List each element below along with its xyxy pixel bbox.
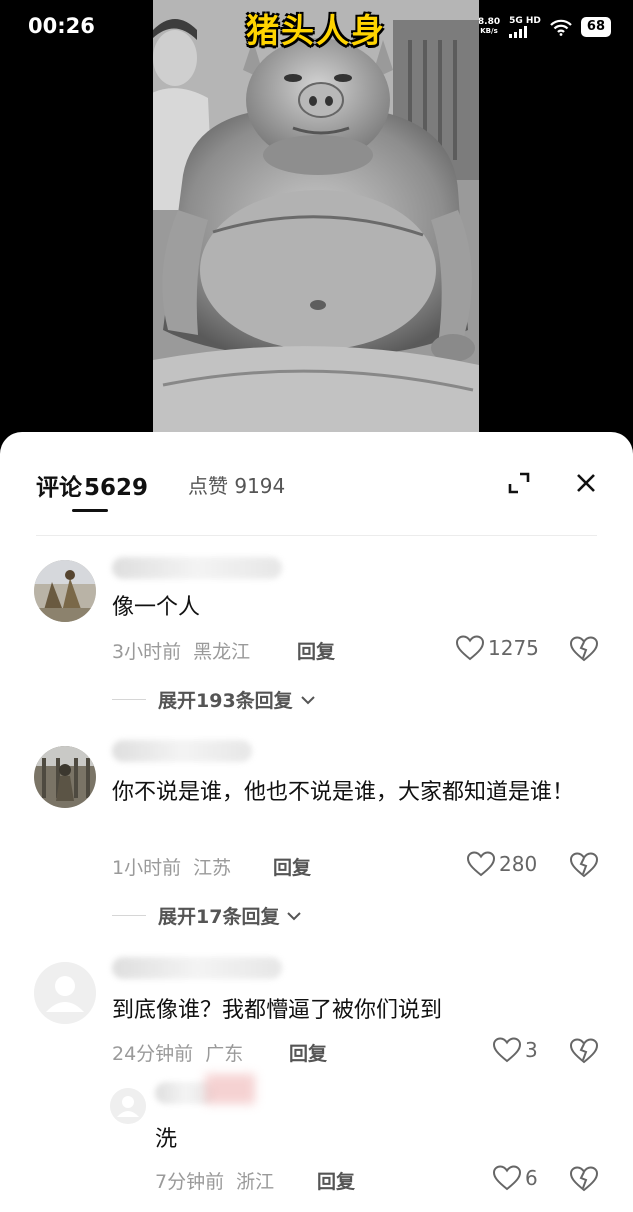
reply-time: 7分钟前 <box>155 1171 225 1193</box>
reply-meta: 7分钟前 浙江 <box>155 1167 274 1194</box>
like-button[interactable]: 6 <box>493 1165 538 1191</box>
active-tab-indicator <box>72 509 108 512</box>
tab-likes-label: 点赞 <box>188 474 228 498</box>
comment-sheet: 评论5629 点赞 9194 像一个人 3小时前 黑龙江 回复 1275 展开1… <box>0 432 633 1212</box>
like-button[interactable]: 1275 <box>456 635 539 661</box>
tab-comments[interactable]: 评论5629 <box>36 468 148 502</box>
default-avatar-icon <box>110 1088 146 1124</box>
comment-location: 江苏 <box>193 857 232 879</box>
net-type: 5G HD <box>509 16 541 26</box>
dislike-icon[interactable] <box>570 852 598 878</box>
signal-icon <box>509 26 528 38</box>
heart-icon <box>467 851 495 877</box>
expand-replies[interactable]: 展开193条回复 <box>112 686 317 713</box>
reply-text: 洗 <box>155 1127 178 1152</box>
comment-location: 广东 <box>205 1043 244 1065</box>
divider <box>36 535 597 536</box>
fullscreen-icon[interactable] <box>506 470 532 496</box>
heart-icon <box>493 1165 521 1191</box>
close-icon[interactable] <box>572 469 600 497</box>
comment-time: 24分钟前 <box>112 1043 194 1065</box>
username-blurred <box>112 557 282 579</box>
battery-indicator: 68 <box>580 17 611 37</box>
avatar-image <box>34 746 96 808</box>
username-blurred <box>112 740 252 762</box>
dislike-icon[interactable] <box>570 636 598 662</box>
like-count: 280 <box>499 852 538 876</box>
expand-replies-label: 展开193条回复 <box>158 690 293 712</box>
username-blurred <box>112 957 282 979</box>
expand-line <box>112 699 146 700</box>
tab-comments-count: 5629 <box>84 475 149 501</box>
like-button[interactable]: 3 <box>493 1037 538 1063</box>
comment-location: 黑龙江 <box>193 641 251 663</box>
avatar[interactable] <box>34 746 96 808</box>
video-title: 猪头人身 <box>246 11 386 50</box>
chevron-down-icon <box>300 695 315 704</box>
reply-button[interactable]: 回复 <box>297 637 335 664</box>
username-blurred-accent <box>205 1074 255 1104</box>
like-count: 6 <box>525 1166 538 1190</box>
wifi-icon <box>550 19 572 36</box>
tab-comments-label: 评论 <box>36 475 82 501</box>
expand-line <box>112 915 146 916</box>
reply-location: 浙江 <box>236 1171 275 1193</box>
comment-text: 到底像谁？我都懵逼了被你们说到 <box>112 998 443 1023</box>
avatar[interactable] <box>34 560 96 622</box>
dislike-icon[interactable] <box>570 1038 598 1064</box>
heart-icon <box>493 1037 521 1063</box>
comment-meta: 3小时前 黑龙江 <box>112 637 250 664</box>
video-frame-image <box>153 0 479 435</box>
reply-avatar[interactable] <box>110 1088 146 1124</box>
default-avatar-icon <box>34 962 96 1024</box>
net-speed: 8.80 KB/s <box>477 17 501 36</box>
reply-button[interactable]: 回复 <box>289 1039 327 1066</box>
video-player[interactable]: 猪头人身 <box>153 0 479 435</box>
comment-time: 1小时前 <box>112 857 182 879</box>
tab-likes[interactable]: 点赞 9194 <box>188 470 285 499</box>
comment-meta: 1小时前 江苏 <box>112 853 231 880</box>
tab-likes-count: 9194 <box>234 474 286 498</box>
reply-button[interactable]: 回复 <box>317 1167 355 1194</box>
like-button[interactable]: 280 <box>467 851 537 877</box>
comment-meta: 24分钟前 广东 <box>112 1039 243 1066</box>
comment-text: 你不说是谁，他也不说是谁，大家都知道是谁！ <box>112 780 575 805</box>
reply-button[interactable]: 回复 <box>273 853 311 880</box>
status-time: 00:26 <box>28 14 95 38</box>
avatar[interactable] <box>34 962 96 1024</box>
signal-indicator: 5G HD <box>509 16 541 38</box>
like-count: 3 <box>525 1038 538 1062</box>
like-count: 1275 <box>488 636 539 660</box>
chevron-down-icon <box>287 911 302 920</box>
comment-text: 像一个人 <box>112 595 201 620</box>
expand-replies[interactable]: 展开17条回复 <box>112 902 303 929</box>
heart-icon <box>456 635 484 661</box>
dislike-icon[interactable] <box>570 1166 598 1192</box>
comment-time: 3小时前 <box>112 641 182 663</box>
expand-replies-label: 展开17条回复 <box>158 906 280 928</box>
avatar-image <box>34 560 96 622</box>
